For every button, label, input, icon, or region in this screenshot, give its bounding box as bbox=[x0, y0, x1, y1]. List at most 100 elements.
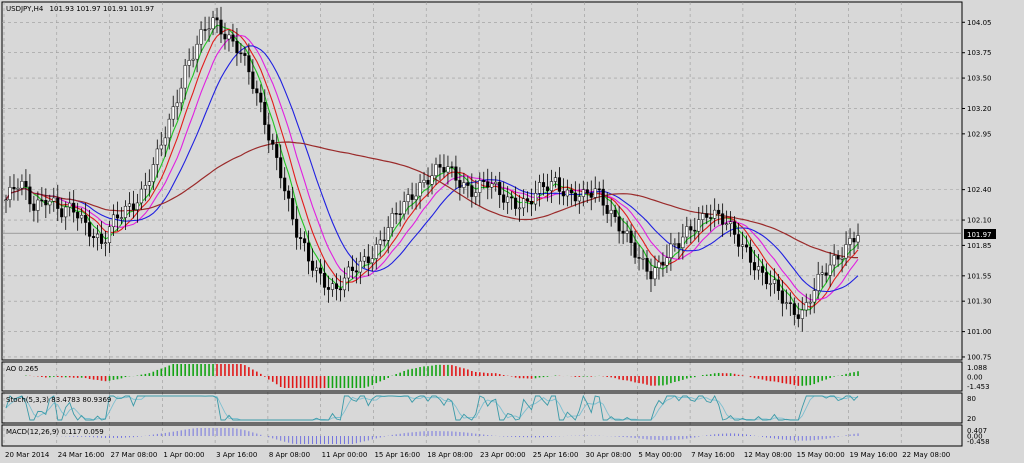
candle-body bbox=[689, 226, 693, 231]
price-tick-label: 101.30 bbox=[967, 298, 992, 306]
candle-body bbox=[844, 244, 848, 259]
candle-body bbox=[84, 215, 88, 223]
candle-body bbox=[175, 102, 179, 107]
candle-body bbox=[32, 203, 36, 211]
candle-body bbox=[314, 267, 319, 271]
candle-body bbox=[561, 191, 565, 197]
candle-body bbox=[414, 195, 418, 200]
candle-body bbox=[661, 261, 665, 266]
candle-body bbox=[621, 230, 625, 234]
candle-body bbox=[836, 255, 840, 260]
candle-body bbox=[737, 234, 741, 247]
candle-body bbox=[227, 34, 231, 40]
candle-body bbox=[231, 34, 235, 42]
candle-body bbox=[263, 101, 267, 125]
candle-body bbox=[780, 290, 784, 304]
candle-body bbox=[741, 244, 745, 247]
time-tick-label: 12 May 08:00 bbox=[744, 451, 792, 459]
candle-body bbox=[127, 203, 131, 207]
time-tick-label: 22 May 08:00 bbox=[902, 451, 950, 459]
candle-body bbox=[235, 40, 239, 54]
candle-body bbox=[848, 238, 852, 245]
time-tick-label: 5 May 00:00 bbox=[638, 451, 682, 459]
candle-body bbox=[816, 273, 820, 291]
candle-body bbox=[76, 211, 80, 219]
candle-body bbox=[318, 267, 323, 274]
candle-body bbox=[179, 87, 183, 104]
chart-canvas[interactable]: 1.0880.00-1.45380200.4070.00-0.458 104.0… bbox=[0, 0, 1024, 463]
candle-body bbox=[239, 52, 243, 55]
candle-body bbox=[255, 88, 259, 94]
candle-body bbox=[466, 182, 470, 186]
candle-body bbox=[171, 106, 175, 120]
candle-body bbox=[187, 60, 191, 66]
candle-body bbox=[828, 264, 832, 276]
candle-body bbox=[291, 198, 295, 220]
candle-body bbox=[434, 164, 438, 176]
candle-body bbox=[506, 196, 510, 203]
candle-body bbox=[342, 277, 346, 291]
time-tick-label: 27 Mar 08:00 bbox=[111, 451, 158, 459]
candle-body bbox=[454, 166, 458, 181]
candle-body bbox=[283, 177, 287, 192]
candle-body bbox=[167, 118, 171, 139]
time-tick-label: 24 Mar 16:00 bbox=[58, 451, 105, 459]
candle-body bbox=[768, 283, 772, 285]
candle-body bbox=[338, 288, 342, 291]
candle-body bbox=[796, 314, 800, 319]
candle-body bbox=[386, 227, 390, 241]
candle-body bbox=[569, 189, 573, 194]
candle-body bbox=[370, 258, 374, 264]
candle-body bbox=[446, 166, 450, 173]
candle-body bbox=[709, 217, 713, 219]
candle-body bbox=[526, 198, 530, 202]
stoch-panel-scale-label: 80 bbox=[967, 395, 976, 403]
candle-body bbox=[605, 205, 609, 214]
candle-body bbox=[760, 266, 765, 273]
ao-panel-scale-label: 0.00 bbox=[967, 374, 983, 382]
time-tick-label: 25 Apr 16:00 bbox=[533, 451, 579, 459]
candle-body bbox=[725, 223, 729, 226]
time-tick-label: 30 Apr 08:00 bbox=[586, 451, 632, 459]
chart-background bbox=[0, 0, 1024, 463]
candle-body bbox=[44, 200, 48, 206]
candle-body bbox=[151, 164, 155, 182]
candle-body bbox=[665, 257, 669, 266]
price-tick-label: 101.85 bbox=[967, 242, 992, 250]
candle-body bbox=[8, 187, 12, 201]
candle-body bbox=[681, 236, 685, 248]
candle-body bbox=[776, 279, 780, 291]
candle-body bbox=[207, 28, 211, 31]
candle-body bbox=[502, 194, 506, 203]
candle-body bbox=[199, 29, 203, 45]
candle-body bbox=[354, 270, 358, 273]
candle-body bbox=[135, 202, 139, 210]
candle-body bbox=[402, 201, 406, 215]
candle-body bbox=[40, 199, 44, 202]
candle-body bbox=[756, 266, 761, 271]
price-tick-label: 103.50 bbox=[967, 75, 992, 83]
candle-body bbox=[139, 188, 143, 204]
candle-body bbox=[820, 272, 824, 275]
candle-body bbox=[394, 213, 398, 215]
candle-body bbox=[693, 229, 697, 232]
candle-body bbox=[629, 230, 633, 243]
candle-body bbox=[115, 214, 120, 219]
candle-body bbox=[303, 238, 307, 244]
candle-body bbox=[358, 260, 362, 273]
candle-body bbox=[438, 164, 442, 168]
candle-body bbox=[713, 209, 717, 219]
candle-body bbox=[48, 200, 52, 206]
time-tick-label: 23 Apr 00:00 bbox=[480, 451, 526, 459]
price-tick-label: 102.10 bbox=[967, 217, 992, 225]
candle-body bbox=[72, 202, 76, 213]
candle-body bbox=[541, 182, 546, 188]
candle-body bbox=[80, 215, 84, 219]
time-tick-label: 8 Apr 08:00 bbox=[269, 451, 310, 459]
candle-body bbox=[279, 157, 283, 179]
ao-panel-scale-label: -1.453 bbox=[967, 383, 990, 391]
candle-body bbox=[625, 230, 629, 234]
candle-body bbox=[824, 272, 828, 276]
candle-body bbox=[557, 177, 561, 192]
candle-body bbox=[4, 199, 8, 202]
